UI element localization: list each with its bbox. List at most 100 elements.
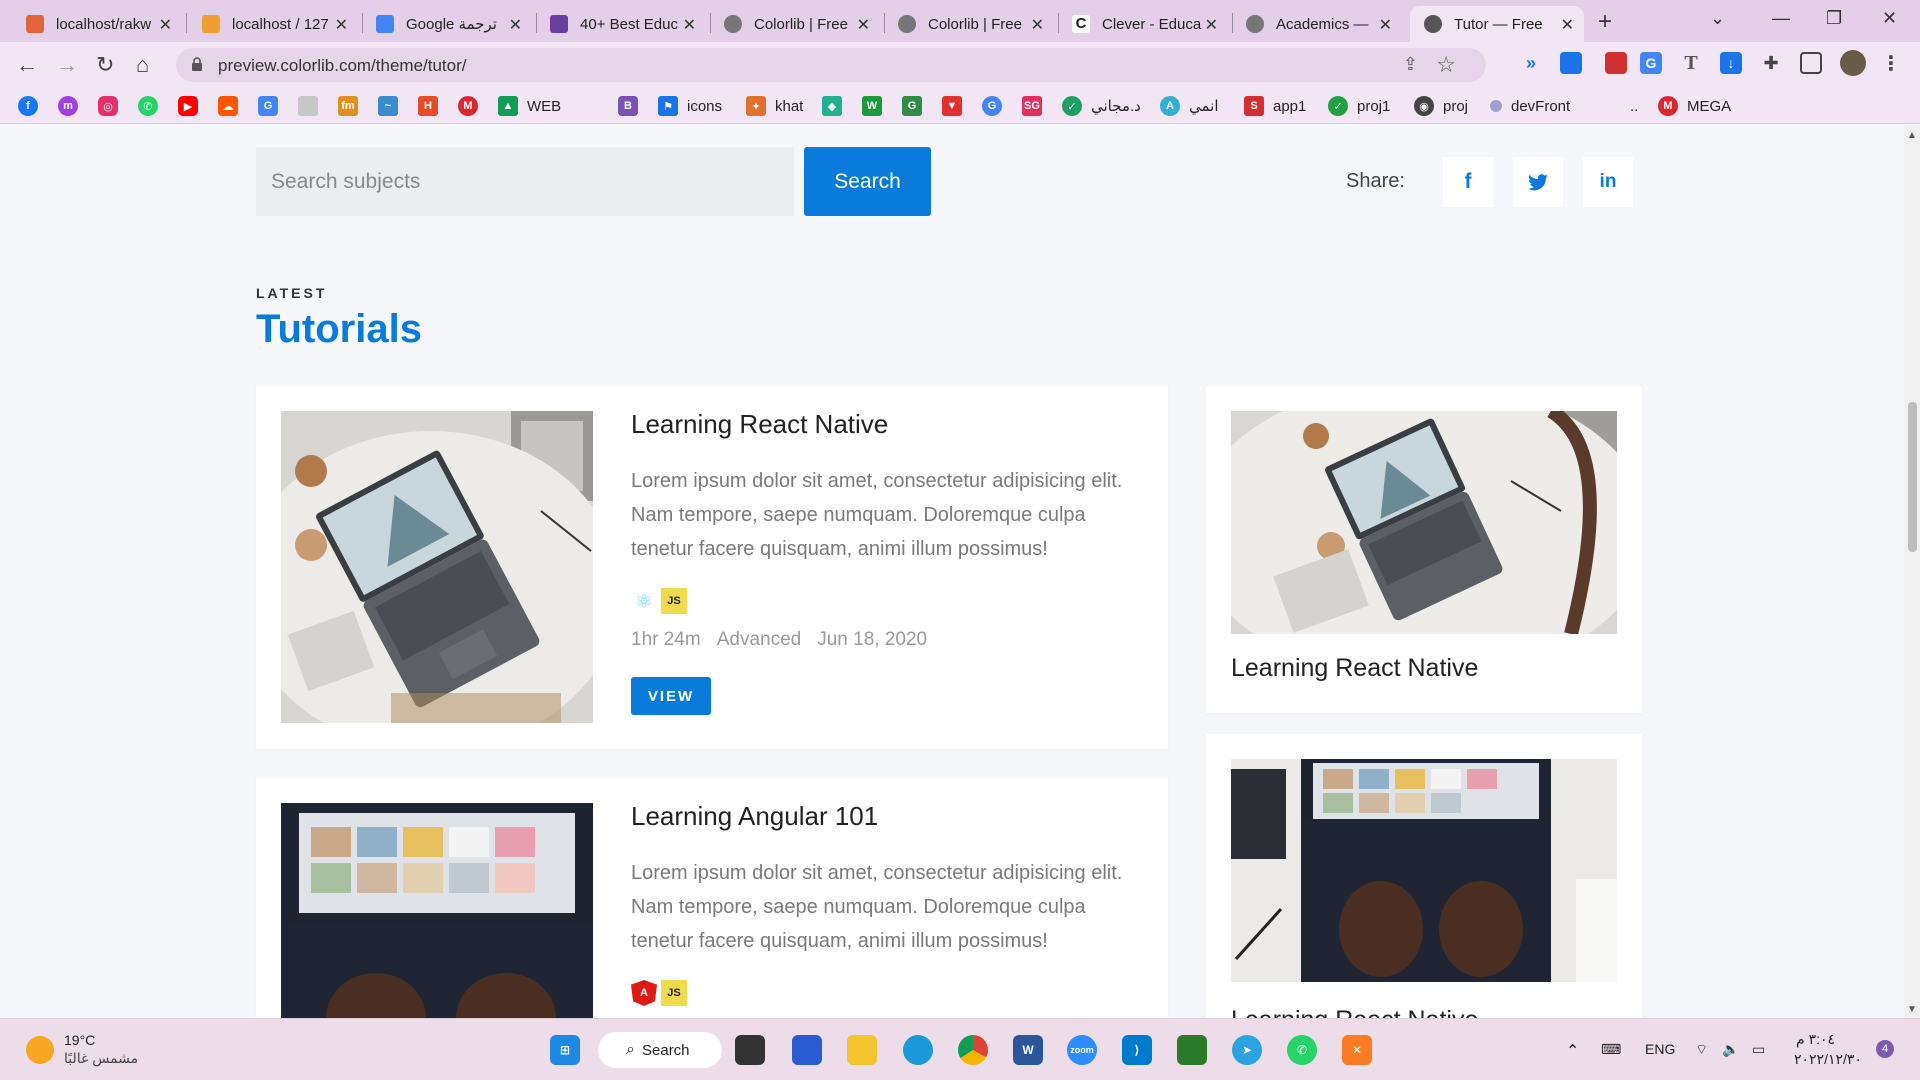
browser-tab[interactable]: C Clever - Educa ✕ bbox=[1058, 6, 1228, 42]
terminal-icon[interactable] bbox=[1177, 1035, 1207, 1065]
bookmark-item[interactable]: f bbox=[18, 96, 38, 116]
twitter-share-button[interactable] bbox=[1513, 157, 1563, 207]
tutorial-card[interactable]: Learning React Native Lorem ipsum dolor … bbox=[256, 386, 1168, 749]
text-extension-icon[interactable]: T bbox=[1680, 52, 1702, 74]
close-icon[interactable]: ✕ bbox=[509, 15, 522, 35]
close-icon[interactable]: ✕ bbox=[1031, 15, 1044, 35]
bookmark-item[interactable]: .. bbox=[1630, 96, 1638, 116]
telegram-icon[interactable]: ➤ bbox=[1232, 1035, 1262, 1065]
close-icon[interactable]: ✕ bbox=[335, 15, 348, 35]
browser-tab[interactable]: Colorlib | Free ✕ bbox=[884, 6, 1054, 42]
page-scrollbar[interactable]: ▲ ▼ bbox=[1904, 125, 1920, 1018]
bookmark-item[interactable]: G bbox=[902, 96, 922, 116]
close-icon[interactable]: ✕ bbox=[683, 15, 696, 35]
bookmark-item[interactable]: ✆ bbox=[138, 96, 158, 116]
reload-icon[interactable]: ↻ bbox=[96, 52, 114, 78]
kebab-menu-icon[interactable]: ⋮ bbox=[1880, 52, 1902, 75]
facebook-share-button[interactable]: f bbox=[1443, 157, 1493, 207]
bookmark-star-icon[interactable]: ☆ bbox=[1436, 52, 1456, 78]
read-aloud-extension-icon[interactable]: » bbox=[1520, 52, 1542, 74]
browser-tab[interactable]: Colorlib | Free ✕ bbox=[710, 6, 880, 42]
browser-tab[interactable]: 40+ Best Educ ✕ bbox=[536, 6, 706, 42]
browser-tab[interactable]: localhost/rakw ✕ bbox=[12, 6, 182, 42]
puzzle-icon[interactable]: ✚ bbox=[1760, 52, 1782, 74]
tutorial-thumbnail[interactable] bbox=[281, 411, 593, 723]
close-icon[interactable]: ✕ bbox=[1379, 15, 1392, 35]
bookmark-item[interactable]: m bbox=[58, 96, 78, 116]
vscode-icon[interactable]: ⟩ bbox=[1122, 1035, 1152, 1065]
tutorial-card[interactable]: Learning Angular 101 Lorem ipsum dolor s… bbox=[256, 778, 1168, 1018]
search-button[interactable]: Search bbox=[804, 147, 931, 216]
bookmark-item[interactable]: ▶ bbox=[178, 96, 198, 116]
browser-tab-active[interactable]: Tutor — Free ✕ bbox=[1410, 6, 1584, 42]
bookmark-item[interactable]: Sapp1 bbox=[1244, 96, 1306, 116]
tab-search-icon[interactable]: ⌄ bbox=[1710, 8, 1725, 29]
tutorial-title[interactable]: Learning Angular 101 bbox=[631, 801, 878, 832]
bookmark-item[interactable]: ◆ bbox=[822, 96, 842, 116]
close-icon[interactable]: ✕ bbox=[1205, 15, 1218, 35]
volume-icon[interactable]: 🔈 bbox=[1722, 1041, 1739, 1058]
bookmark-item[interactable]: ▲ WEB bbox=[498, 96, 561, 116]
bookmark-item[interactable]: ✦ khat bbox=[746, 96, 803, 116]
minimize-button[interactable]: — bbox=[1772, 8, 1790, 29]
new-tab-button[interactable]: + bbox=[1598, 8, 1612, 36]
browser-tab[interactable]: localhost / 127 ✕ bbox=[188, 6, 358, 42]
tutorial-thumbnail[interactable] bbox=[1231, 411, 1617, 634]
scroll-down-icon[interactable]: ▼ bbox=[1907, 1004, 1917, 1015]
bookmark-item[interactable]: G bbox=[982, 96, 1002, 116]
side-tutorial-title[interactable]: Learning React Native bbox=[1231, 1006, 1478, 1018]
browser-tab[interactable]: Academics — ✕ bbox=[1232, 6, 1402, 42]
bookmark-item[interactable]: devFront bbox=[1490, 96, 1570, 116]
bookmark-item[interactable]: ✓ proj1 bbox=[1328, 96, 1390, 116]
task-view-icon[interactable] bbox=[735, 1035, 765, 1065]
browser-tab[interactable]: Google ترجمة ✕ bbox=[362, 6, 532, 42]
bookmark-item[interactable]: ✓ د.مجاني bbox=[1062, 96, 1141, 116]
close-icon[interactable]: ✕ bbox=[159, 15, 172, 35]
linkedin-share-button[interactable]: in bbox=[1583, 157, 1633, 207]
windows-start-icon[interactable]: ⊞ bbox=[550, 1035, 580, 1065]
side-tutorial-card[interactable]: Learning React Native bbox=[1206, 386, 1642, 713]
url-text[interactable]: preview.colorlib.com/theme/tutor/ bbox=[218, 56, 467, 76]
avatar[interactable] bbox=[1840, 50, 1866, 76]
extension-icon[interactable] bbox=[1560, 52, 1582, 74]
file-explorer-icon[interactable] bbox=[847, 1035, 877, 1065]
side-tutorial-title[interactable]: Learning React Native bbox=[1231, 654, 1478, 683]
bookmark-item[interactable]: G bbox=[258, 96, 278, 116]
bookmark-item[interactable]: H bbox=[418, 96, 438, 116]
home-icon[interactable]: ⌂ bbox=[136, 52, 149, 78]
xampp-icon[interactable]: ✕ bbox=[1342, 1035, 1372, 1065]
view-button[interactable]: VIEW bbox=[631, 677, 711, 715]
search-input[interactable] bbox=[256, 147, 794, 216]
bookmark-item[interactable]: ~ bbox=[378, 96, 398, 116]
share-page-icon[interactable]: ⇪ bbox=[1403, 54, 1418, 75]
bookmark-item[interactable]: M bbox=[458, 96, 478, 116]
side-tutorial-card[interactable]: Learning React Native bbox=[1206, 734, 1642, 1018]
word-icon[interactable]: W bbox=[1013, 1035, 1043, 1065]
language-indicator[interactable]: ENG bbox=[1645, 1041, 1675, 1057]
bookmark-item[interactable]: fm bbox=[338, 96, 358, 116]
scrollbar-thumb[interactable] bbox=[1908, 402, 1917, 552]
taskbar-search[interactable]: ⌕ Search bbox=[598, 1032, 722, 1068]
bookmark-item[interactable]: M MEGA bbox=[1658, 96, 1731, 116]
maximize-button[interactable]: ❐ bbox=[1826, 8, 1842, 29]
bookmark-item[interactable]: A انمي bbox=[1160, 96, 1219, 116]
tutorial-thumbnail[interactable] bbox=[1231, 759, 1617, 982]
chrome-icon[interactable] bbox=[958, 1035, 988, 1065]
bookmark-item[interactable]: ⚑ icons bbox=[658, 96, 722, 116]
wifi-icon[interactable]: ⌔ bbox=[1695, 1041, 1708, 1059]
back-icon[interactable]: ← bbox=[16, 52, 38, 78]
bookmark-item[interactable]: B bbox=[618, 96, 638, 116]
whatsapp-icon[interactable]: ✆ bbox=[1287, 1035, 1317, 1065]
clock-time[interactable]: ٣:٠٤ م bbox=[1796, 1031, 1835, 1048]
keyboard-icon[interactable]: ⌨ bbox=[1601, 1041, 1621, 1058]
close-icon[interactable]: ✕ bbox=[857, 15, 870, 35]
chevron-up-icon[interactable]: ⌃ bbox=[1566, 1041, 1579, 1061]
bookmark-item[interactable] bbox=[298, 96, 318, 116]
bookmark-item[interactable]: W bbox=[862, 96, 882, 116]
address-bar[interactable]: preview.colorlib.com/theme/tutor/ ⇪ ☆ bbox=[176, 48, 1486, 82]
battery-icon[interactable]: ▭ bbox=[1752, 1041, 1765, 1058]
side-panel-icon[interactable] bbox=[1800, 52, 1822, 74]
bookmark-item[interactable]: ▼ bbox=[942, 96, 962, 116]
edge-icon[interactable] bbox=[903, 1035, 933, 1065]
notification-badge[interactable]: 4 bbox=[1876, 1040, 1894, 1058]
